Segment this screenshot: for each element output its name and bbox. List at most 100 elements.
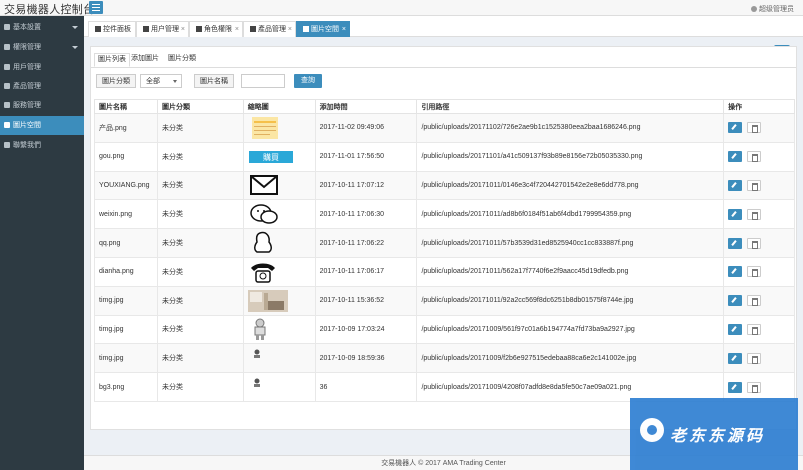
edit-button[interactable] — [728, 179, 743, 191]
telephone-icon — [248, 260, 282, 284]
sidebar-item-label: 基本設置 — [13, 24, 41, 31]
tab-label: 控件面板 — [103, 26, 131, 33]
cell-thumbnail — [242, 113, 316, 143]
cell-image-name: YOUXIANG.png — [94, 170, 158, 201]
tab-bar: 控件面板 用户管理 × 角色權限 × 產品管理 × 圖片空間 × — [84, 16, 803, 37]
small-figure-thumbnail — [248, 375, 282, 399]
table-row: timg.jpg 未分类 2017-10-09 17:03:24/public/up… — [94, 314, 795, 345]
table-row: timg.jpg 未分类 2017-10-11 15:36:52/public/up… — [94, 285, 795, 316]
cell-thumbnail — [242, 170, 316, 201]
cell-image-category: 未分类 — [156, 113, 244, 143]
table-row: gou.png 未分类 購買 2017-11-01 17:56:50/public/u… — [94, 141, 795, 172]
subtab-image-list[interactable]: 圖片列表 — [94, 53, 130, 67]
delete-button[interactable] — [747, 179, 762, 191]
cell-actions — [723, 199, 795, 230]
table-row: dianha.png 未分类 2017-10-11 17:06:17/public/… — [94, 256, 795, 287]
sidebar-item-label: 圖片空間 — [13, 122, 41, 129]
cell-add-time: 2017-10-11 17:06:30 — [314, 199, 418, 230]
sidebar-item-products[interactable]: 產品管理 — [0, 77, 84, 96]
robot-thumbnail — [248, 317, 282, 341]
edit-button[interactable] — [728, 381, 743, 393]
edit-button[interactable] — [728, 323, 743, 335]
user-menu[interactable]: 超级管理员 — [751, 4, 794, 14]
close-icon[interactable]: × — [288, 22, 292, 37]
delete-button[interactable] — [747, 208, 762, 220]
edit-button[interactable] — [728, 122, 743, 134]
cell-add-time: 2017-10-09 18:59:36 — [314, 343, 418, 374]
edit-button[interactable] — [728, 295, 743, 307]
delete-button[interactable] — [747, 237, 762, 249]
delete-button[interactable] — [747, 151, 762, 163]
delete-button[interactable] — [747, 122, 762, 134]
table-row: 产品.png 未分类 2017-11-02 09:49:06/public/uplo… — [94, 113, 795, 143]
small-figure-thumbnail — [248, 346, 282, 370]
home-icon — [95, 26, 101, 32]
cell-reference-path: /public/uploads/20171009/561f97c01a6b194… — [416, 314, 725, 345]
sidebar-item-basic-settings[interactable]: 基本設置 — [0, 18, 84, 37]
cell-image-category: 未分类 — [156, 170, 244, 201]
cell-image-name: qq.png — [94, 228, 158, 258]
hamburger-icon-line — [92, 10, 100, 11]
cell-thumbnail — [242, 256, 316, 287]
cell-add-time: 2017-11-01 17:56:50 — [314, 141, 418, 172]
delete-button[interactable] — [747, 323, 762, 335]
box-icon — [4, 83, 10, 89]
delete-button[interactable] — [747, 295, 762, 307]
tab-dashboard[interactable]: 控件面板 — [88, 21, 136, 37]
cell-image-name: timg.jpg — [94, 314, 158, 345]
category-select[interactable]: 全部 — [140, 74, 182, 88]
cell-actions — [723, 113, 795, 143]
chevron-down-icon — [72, 46, 78, 49]
delete-button[interactable] — [747, 381, 762, 393]
subtab-add-image[interactable]: 添加圖片 — [128, 53, 162, 67]
cell-reference-path: /public/uploads/20171102/726e2ae9b1c1525… — [416, 113, 725, 143]
subtab-image-category[interactable]: 圖片分類 — [165, 53, 199, 67]
table-row: YOUXIANG.png 未分类 2017-10-11 17:07:12/publi… — [94, 170, 795, 201]
tab-image-space[interactable]: 圖片空間 × — [296, 21, 350, 37]
close-icon[interactable]: × — [235, 22, 239, 37]
sidebar-item-label: 權限管理 — [13, 44, 41, 51]
edit-button[interactable] — [728, 208, 743, 220]
tab-role-permissions[interactable]: 角色權限 × — [189, 21, 243, 37]
name-filter-label: 圖片名稱 — [194, 74, 234, 88]
edit-button[interactable] — [728, 266, 743, 278]
sidebar: 基本設置 權限管理 用戶管理 產品管理 服務管理 圖片空間 聯繫我們 — [0, 16, 84, 470]
table-row: weixin.png 未分类 2017-10-11 17:06:30/public/… — [94, 199, 795, 230]
tab-user-management[interactable]: 用户管理 × — [136, 21, 189, 37]
tab-product-management[interactable]: 產品管理 × — [243, 21, 296, 37]
cell-image-category: 未分类 — [156, 141, 244, 172]
cell-image-name: bg3.png — [94, 372, 158, 402]
cell-thumbnail — [242, 314, 316, 345]
cell-reference-path: /public/uploads/20171011/57b3539d31ed852… — [416, 228, 725, 258]
cell-thumbnail — [242, 228, 316, 258]
cell-actions — [723, 256, 795, 287]
cell-reference-path: /public/uploads/20171009/f2b6e927515edeb… — [416, 343, 725, 374]
image-icon — [4, 122, 10, 128]
cell-add-time: 2017-10-09 17:03:24 — [314, 314, 418, 345]
sidebar-item-contact[interactable]: 聯繫我們 — [0, 136, 84, 155]
close-icon[interactable]: × — [342, 22, 346, 37]
delete-button[interactable] — [747, 352, 762, 364]
menu-toggle-button[interactable] — [89, 1, 103, 14]
cell-add-time: 2017-11-02 09:49:06 — [314, 113, 418, 143]
cell-actions — [723, 228, 795, 258]
sidebar-item-services[interactable]: 服務管理 — [0, 96, 84, 115]
cell-image-category: 未分类 — [156, 343, 244, 374]
cell-image-category: 未分类 — [156, 256, 244, 287]
cell-image-category: 未分类 — [156, 372, 244, 402]
tab-label: 圖片空間 — [311, 26, 339, 33]
edit-button[interactable] — [728, 352, 743, 364]
query-button[interactable]: 查詢 — [294, 74, 322, 88]
close-icon[interactable]: × — [181, 22, 185, 37]
delete-button[interactable] — [747, 266, 762, 278]
cell-add-time: 2017-10-11 17:06:17 — [314, 256, 418, 287]
sidebar-item-image-space[interactable]: 圖片空間 — [0, 116, 84, 135]
sidebar-item-permissions[interactable]: 權限管理 — [0, 38, 84, 57]
image-table: 圖片名稱 圖片分類 縮略圖 添加時間 引用路徑 操作 产品.png 未分类 2017… — [94, 99, 795, 402]
sidebar-item-users[interactable]: 用戶管理 — [0, 58, 84, 77]
edit-button[interactable] — [728, 151, 743, 163]
tab-label: 角色權限 — [204, 26, 232, 33]
list-icon — [4, 102, 10, 108]
name-search-input[interactable] — [241, 74, 285, 88]
edit-button[interactable] — [728, 237, 743, 249]
